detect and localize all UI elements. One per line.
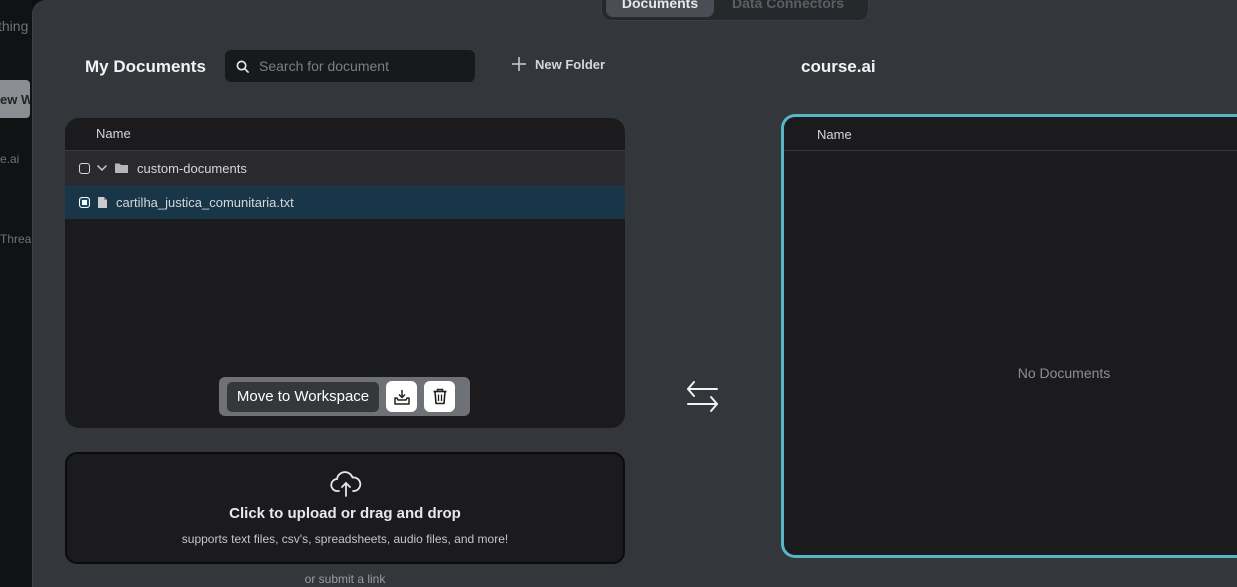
file-row[interactable]: cartilha_justica_comunitaria.txt bbox=[65, 185, 625, 219]
upload-subtitle: supports text files, csv's, spreadsheets… bbox=[181, 532, 509, 546]
my-documents-file-list: Name custom-documents cartilha_justica_c… bbox=[65, 118, 625, 428]
delete-button[interactable] bbox=[424, 381, 455, 412]
document-manager-modal: Documents Data Connectors My Documents N… bbox=[32, 0, 1237, 587]
selection-action-bar: Move to Workspace bbox=[219, 377, 470, 416]
background-new-workspace-button: ew W bbox=[0, 80, 30, 118]
background-app-sidebar: thing ew W e.ai Threa bbox=[0, 0, 32, 587]
document-search[interactable] bbox=[225, 50, 475, 82]
upload-title: Click to upload or drag and drop bbox=[229, 505, 461, 522]
tab-documents[interactable]: Documents bbox=[606, 0, 714, 17]
my-documents-title: My Documents bbox=[85, 57, 206, 76]
tray-arrow-icon bbox=[393, 389, 410, 405]
search-input[interactable] bbox=[259, 58, 459, 74]
folder-row[interactable]: custom-documents bbox=[65, 151, 625, 185]
folder-checkbox[interactable] bbox=[79, 162, 90, 174]
trash-icon bbox=[433, 388, 446, 405]
upload-dropzone[interactable]: Click to upload or drag and drop support… bbox=[65, 452, 625, 564]
name-column-header: Name bbox=[65, 118, 625, 151]
cloud-upload-icon bbox=[330, 471, 362, 497]
folder-icon bbox=[114, 162, 129, 174]
workspace-name-column-header: Name bbox=[784, 117, 1237, 151]
move-to-workspace-button[interactable]: Move to Workspace bbox=[227, 381, 379, 412]
chevron-down-icon[interactable] bbox=[96, 163, 108, 173]
file-checkbox[interactable] bbox=[79, 196, 90, 208]
new-folder-button[interactable]: New Folder bbox=[511, 56, 605, 72]
search-icon bbox=[236, 60, 249, 73]
file-name: cartilha_justica_comunitaria.txt bbox=[116, 194, 294, 210]
swap-arrows-icon bbox=[685, 379, 721, 418]
background-workspace-name: e.ai bbox=[0, 152, 20, 166]
background-text: thing bbox=[0, 18, 29, 34]
workspace-title: course.ai bbox=[801, 57, 876, 76]
plus-icon bbox=[512, 57, 526, 71]
empty-state-text: No Documents bbox=[1017, 365, 1111, 381]
workspace-file-list: Name No Documents bbox=[781, 114, 1237, 558]
modal-tabs: Documents Data Connectors bbox=[601, 0, 869, 21]
file-icon bbox=[97, 196, 108, 209]
submit-link[interactable]: or submit a link bbox=[65, 572, 625, 586]
background-thread-label: Threa bbox=[0, 232, 32, 246]
tab-data-connectors[interactable]: Data Connectors bbox=[718, 0, 858, 17]
new-folder-label: New Folder bbox=[535, 56, 606, 72]
move-to-folder-button[interactable] bbox=[386, 381, 417, 412]
folder-name: custom-documents bbox=[137, 160, 247, 176]
